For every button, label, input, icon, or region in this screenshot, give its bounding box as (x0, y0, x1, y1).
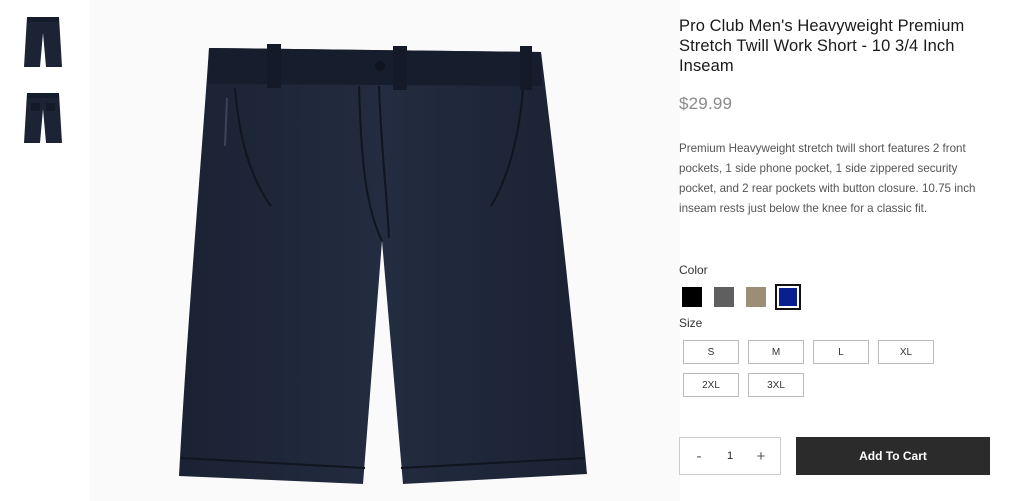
color-swatch-gray[interactable] (711, 284, 737, 310)
size-label: Size (679, 316, 703, 330)
decrement-button[interactable]: - (692, 448, 706, 465)
shorts-front-icon (179, 43, 587, 484)
product-description: Premium Heavyweight stretch twill short … (679, 142, 976, 215)
color-label: Color (679, 263, 708, 277)
shorts-back-icon (24, 93, 62, 143)
size-option-s[interactable]: S (683, 340, 739, 364)
size-option-xl[interactable]: XL (878, 340, 934, 364)
increment-button[interactable]: + (754, 448, 768, 465)
product-price: $29.99 (679, 94, 733, 113)
quantity-stepper: - 1 + (679, 437, 781, 475)
color-swatch-black[interactable] (679, 284, 705, 310)
size-option-3xl[interactable]: 3XL (748, 373, 804, 397)
shorts-front-icon (24, 17, 62, 67)
size-option-m[interactable]: M (748, 340, 804, 364)
main-product-image (90, 0, 680, 501)
size-option-l[interactable]: L (813, 340, 869, 364)
color-swatch-khaki[interactable] (743, 284, 769, 310)
color-swatch-navy[interactable] (775, 284, 801, 310)
product-info: Pro Club Men's Heavyweight Premium Stret… (679, 16, 999, 475)
product-title: Pro Club Men's Heavyweight Premium Stret… (679, 17, 965, 75)
quantity-value[interactable]: 1 (727, 450, 733, 462)
size-option-2xl[interactable]: 2XL (683, 373, 739, 397)
thumbnail-back[interactable] (14, 90, 72, 148)
add-to-cart-button[interactable]: Add To Cart (796, 437, 990, 475)
color-swatches (679, 284, 801, 310)
size-options: S M L XL 2XL 3XL (683, 340, 943, 397)
thumbnail-front[interactable] (14, 14, 72, 72)
thumbnail-gallery (0, 0, 90, 501)
